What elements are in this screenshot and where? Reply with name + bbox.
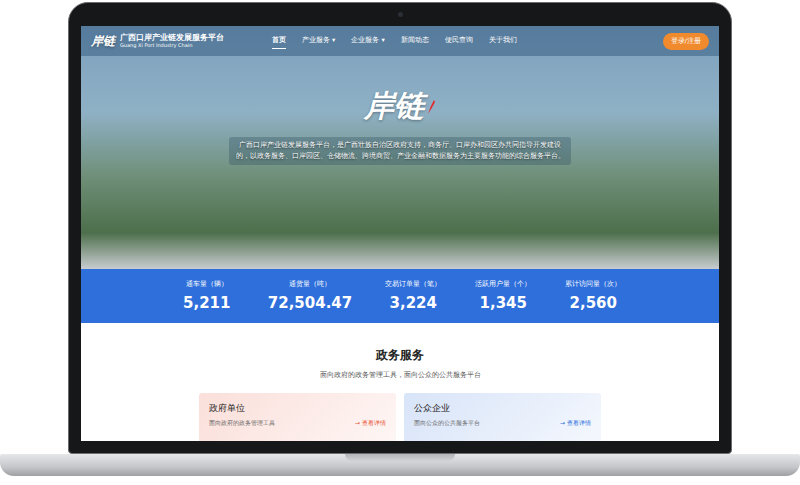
laptop-screen: 岸链广西口岸产业链发展服务平台Guang Xi Port Industry Ch… [81, 26, 719, 441]
stat-value: 1,345 [480, 294, 527, 312]
service-cards: 政府单位面向政府的政务管理工具 → 查看详情 公众企业面向公众的公共服务平台 → 查看… [199, 393, 601, 441]
nav-item[interactable]: 关于我们 [489, 33, 517, 49]
stats-bar: 通车量（辆） 5,211 通货量（吨） 72,504.47 交易订单量（笔） 3,224 活… [81, 269, 719, 323]
stat-label: 活跃用户量（个） [475, 280, 531, 289]
card-title: 公众企业 [414, 403, 591, 415]
login-button[interactable]: 登录/注册 [663, 33, 709, 50]
stat: 活跃用户量（个） 1,345 [474, 280, 532, 312]
card-row: 面向政府的政务管理工具 → 查看详情 [209, 419, 386, 428]
logo-accent-icon [426, 99, 436, 115]
camera-icon [398, 12, 403, 17]
stat-value: 2,560 [570, 294, 617, 312]
laptop-base [0, 454, 800, 476]
stat-value: 72,504.47 [268, 294, 352, 312]
stat: 累计访问量（次） 2,560 [564, 280, 622, 312]
service-section: 政务服务面向政府的政务管理工具，面向公众的公共服务平台政府单位面向政府的政务管理… [81, 323, 719, 441]
hero-body: 岸链广西口岸产业链发展服务平台，是广西壮族自治区政府支持，商务厅、口岸办和园区办… [81, 56, 719, 269]
stat-label: 交易订单量（笔） [385, 280, 441, 289]
nav-item[interactable]: 产业服务 ▾ [302, 33, 335, 49]
page: 岸链广西口岸产业链发展服务平台Guang Xi Port Industry Ch… [0, 0, 800, 485]
stat-label: 累计访问量（次） [565, 280, 621, 289]
nav-item[interactable]: 新闻动态 [401, 33, 429, 49]
stat-value: 5,211 [183, 294, 230, 312]
stat-value: 3,224 [390, 294, 437, 312]
hero: 岸链广西口岸产业链发展服务平台Guang Xi Port Industry Ch… [81, 26, 719, 269]
stat: 通货量（吨） 72,504.47 [268, 280, 352, 312]
camera-row [398, 3, 403, 26]
brand-text: 广西口岸产业链发展服务平台Guang Xi Port Industry Chai… [120, 34, 224, 48]
stat-label: 通车量（辆） [186, 280, 228, 289]
section-subtitle: 面向政府的政务管理工具，面向公众的公共服务平台 [320, 371, 481, 380]
card-row: 面向公众的公共服务平台 → 查看详情 [414, 419, 591, 428]
hero-intro: 广西口岸产业链发展服务平台，是广西壮族自治区政府支持，商务厅、口岸办和园区办共同… [229, 137, 571, 165]
hero-logo: 岸链 [364, 86, 436, 127]
stat-label: 通货量（吨） [289, 280, 331, 289]
laptop-bezel: 岸链广西口岸产业链发展服务平台Guang Xi Port Industry Ch… [68, 2, 732, 454]
nav-item[interactable]: 便民查询 [445, 33, 473, 49]
nav-item[interactable]: 首页 [272, 33, 286, 49]
header: 岸链广西口岸产业链发展服务平台Guang Xi Port Industry Ch… [81, 26, 719, 56]
card-desc: 面向公众的公共服务平台 [414, 420, 480, 427]
brand[interactable]: 岸链广西口岸产业链发展服务平台Guang Xi Port Industry Ch… [91, 33, 224, 50]
stat: 交易订单量（笔） 3,224 [384, 280, 442, 312]
stat: 通车量（辆） 5,211 [178, 280, 236, 312]
laptop-notch [345, 454, 455, 461]
card-link[interactable]: → 查看详情 [560, 419, 591, 428]
section-title: 政务服务 [376, 347, 424, 364]
nav: 首页产业服务 ▾ 企业服务 ▾ 新闻动态便民查询关于我们 [272, 33, 517, 49]
card-title: 政府单位 [209, 403, 386, 415]
brand-subtitle: Guang Xi Port Industry Chain [120, 43, 224, 49]
hero-logo-text: 岸链 [364, 86, 424, 127]
service-card[interactable]: 政府单位面向政府的政务管理工具 → 查看详情 [199, 393, 396, 441]
header-logo: 岸链 [91, 33, 115, 50]
service-card[interactable]: 公众企业面向公众的公共服务平台 → 查看详情 [404, 393, 601, 441]
brand-title: 广西口岸产业链发展服务平台 [120, 34, 224, 43]
card-desc: 面向政府的政务管理工具 [209, 420, 275, 427]
card-link[interactable]: → 查看详情 [355, 419, 386, 428]
nav-item[interactable]: 企业服务 ▾ [351, 33, 384, 49]
